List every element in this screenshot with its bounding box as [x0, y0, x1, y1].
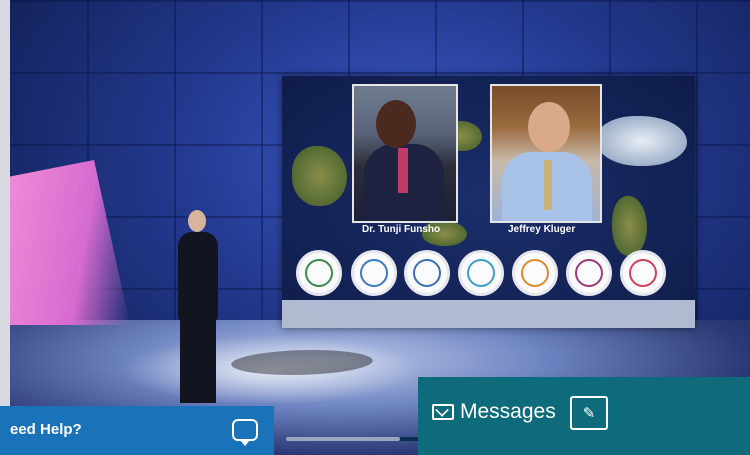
baby-icon	[620, 250, 666, 296]
dove-icon	[404, 250, 450, 296]
presenter	[168, 210, 228, 405]
map-continent	[612, 196, 647, 256]
speaker-caption: Jeffrey Kluger	[508, 224, 576, 235]
speaker-caption: Dr. Tunji Funsho	[362, 224, 441, 235]
messages-label: Messages	[460, 400, 556, 423]
screen-lower-edge	[282, 300, 695, 328]
speaker-photo-kluger	[490, 84, 602, 223]
scrollbar-thumb[interactable]	[286, 437, 401, 441]
mother-child-icon	[566, 250, 612, 296]
chat-bubble-icon[interactable]	[232, 419, 258, 446]
envelope-icon	[432, 404, 454, 420]
plant-icon	[296, 250, 342, 296]
topic-icon-row	[296, 250, 686, 300]
map-continent	[292, 146, 347, 206]
compose-message-button[interactable]: ✎	[570, 396, 608, 430]
presentation-screen: Dr. Tunji Funsho Jeffrey Kluger	[282, 76, 695, 328]
water-drop-icon	[351, 250, 397, 296]
pencil-icon	[512, 250, 558, 296]
map-continent	[597, 116, 687, 166]
left-edge	[0, 0, 10, 455]
compose-icon: ✎	[582, 405, 596, 422]
bar-chart-icon	[458, 250, 504, 296]
messages-panel-toggle[interactable]: Messages ✎	[418, 377, 750, 455]
need-help-button[interactable]: eed Help?	[0, 406, 274, 455]
need-help-label: eed Help?	[10, 421, 82, 438]
speaker-photo-funsho	[352, 84, 458, 223]
